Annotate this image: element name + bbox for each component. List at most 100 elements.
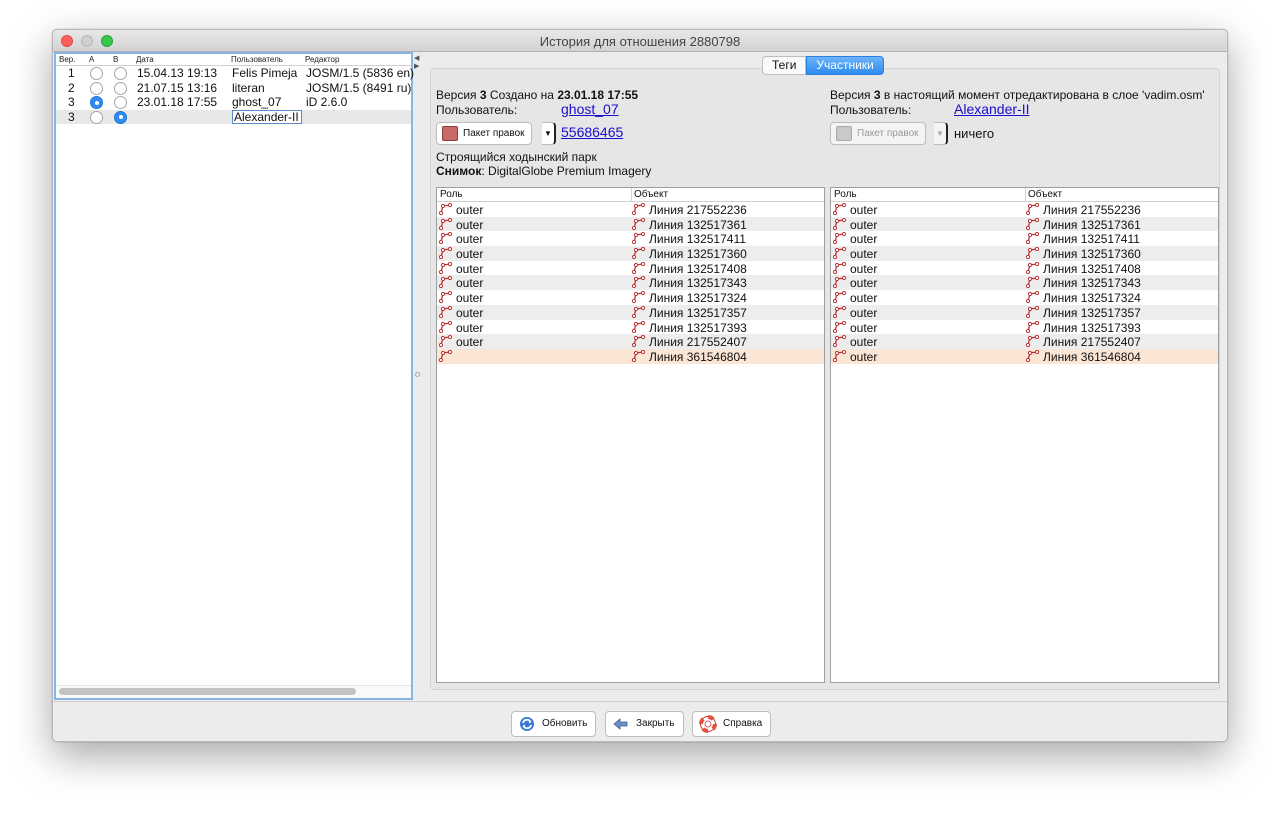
member-object: Линия 132517361	[649, 217, 747, 232]
radio-a[interactable]	[90, 96, 103, 109]
radio-a[interactable]	[90, 81, 103, 95]
radio-b[interactable]	[114, 96, 127, 109]
header-editor[interactable]: Редактор	[305, 55, 339, 64]
right-changeset-dropdown: ▼	[934, 122, 948, 145]
horizontal-scrollbar[interactable]	[56, 685, 411, 698]
split-pane-arrows[interactable]: ◀ ▶	[414, 55, 419, 71]
button-bar: Обновить Закрыть Справка	[53, 701, 1227, 741]
way-icon	[1026, 335, 1040, 348]
way-icon	[439, 276, 453, 289]
help-button[interactable]: Справка	[692, 711, 772, 737]
member-row[interactable]: outer Линия 132517408	[437, 261, 824, 276]
member-role: outer	[850, 335, 878, 350]
member-row[interactable]: Линия 361546804	[437, 348, 824, 364]
member-row[interactable]: outer Линия 217552236	[831, 202, 1218, 217]
way-icon	[439, 320, 453, 333]
help-lifebuoy-icon	[699, 715, 717, 733]
member-object: Линия 132517411	[649, 232, 746, 247]
left-user-link[interactable]: ghost_07	[561, 101, 619, 117]
left-changeset-button[interactable]: Пакет правок	[436, 122, 532, 145]
member-role: outer	[850, 320, 878, 335]
radio-b[interactable]	[114, 110, 127, 124]
left-user-label: Пользователь:	[436, 103, 518, 117]
header-date[interactable]: Дата	[136, 55, 154, 64]
member-object: Линия 132517408	[1043, 261, 1141, 276]
member-row[interactable]: outer Линия 132517343	[437, 275, 824, 290]
member-row[interactable]: outer Линия 132517393	[831, 320, 1218, 335]
way-icon	[439, 305, 453, 318]
version-row[interactable]: 2 21.07.15 13:16 literan JOSM/1.5 (8491 ru)	[56, 81, 411, 96]
member-row[interactable]: outer Линия 217552236	[437, 202, 824, 217]
way-icon	[439, 261, 453, 274]
member-row[interactable]: outer Линия 132517393	[437, 320, 824, 335]
header-user[interactable]: Пользователь	[231, 55, 283, 64]
version-user: literan	[232, 80, 265, 95]
member-row[interactable]: outer Линия 132517324	[831, 290, 1218, 305]
split-pane-handle[interactable]	[415, 372, 420, 377]
member-row[interactable]: outer Линия 132517411	[437, 231, 824, 246]
way-icon	[833, 349, 847, 362]
right-user-link[interactable]: Alexander-II	[954, 101, 1029, 117]
version-editor: iD 2.6.0	[306, 95, 348, 109]
way-icon	[632, 232, 646, 245]
title-bar: История для отношения 2880798	[53, 30, 1227, 52]
member-row[interactable]: outer Линия 132517411	[831, 231, 1218, 246]
way-icon	[1026, 276, 1040, 289]
member-role: outer	[456, 203, 484, 217]
tab-tags[interactable]: Теги	[762, 56, 807, 75]
version-row[interactable]: 3 23.01.18 17:55 ghost_07 iD 2.6.0	[56, 95, 411, 110]
way-icon	[1026, 320, 1040, 333]
member-object: Линия 217552407	[1043, 335, 1141, 350]
refresh-button[interactable]: Обновить	[511, 711, 597, 737]
header-b[interactable]: B	[113, 55, 118, 64]
member-row[interactable]: outer Линия 217552407	[437, 334, 824, 349]
version-number: 1	[68, 66, 75, 80]
way-icon	[632, 203, 646, 215]
tab-members[interactable]: Участники	[806, 56, 884, 75]
way-icon	[632, 291, 646, 304]
header-a[interactable]: A	[89, 55, 94, 64]
member-row[interactable]: outer Линия 361546804	[831, 348, 1218, 364]
member-row[interactable]: outer Линия 132517361	[437, 216, 824, 232]
left-members-header: Роль Объект	[437, 188, 824, 202]
close-button[interactable]: Закрыть	[605, 711, 684, 737]
member-row[interactable]: outer Линия 132517357	[831, 304, 1218, 320]
version-number: 3	[68, 95, 75, 109]
left-changeset-link[interactable]: 55686465	[561, 124, 623, 140]
way-icon	[833, 217, 847, 230]
member-row[interactable]: outer Линия 217552407	[831, 334, 1218, 349]
left-header-role[interactable]: Роль	[440, 189, 463, 200]
member-row[interactable]: outer Линия 132517408	[831, 261, 1218, 276]
member-row[interactable]: outer Линия 132517360	[437, 246, 824, 261]
radio-a[interactable]	[90, 67, 103, 80]
member-row[interactable]: outer Линия 132517343	[831, 275, 1218, 290]
version-user-edit[interactable]: Alexander-II	[232, 109, 302, 124]
radio-b[interactable]	[114, 67, 127, 80]
member-row[interactable]: outer Линия 132517357	[437, 304, 824, 320]
member-role: outer	[850, 305, 878, 320]
member-role: outer	[456, 232, 484, 247]
member-row[interactable]: outer Линия 132517361	[831, 216, 1218, 232]
version-row[interactable]: 1 15.04.13 19:13 Felis Pimeja JOSM/1.5 (583…	[56, 66, 414, 81]
left-version-line: Версия 3 Создано на 23.01.18 17:55	[436, 88, 639, 102]
radio-b[interactable]	[114, 81, 127, 95]
way-icon	[1026, 232, 1040, 245]
member-role: outer	[850, 232, 878, 247]
member-row[interactable]: outer Линия 132517324	[437, 290, 824, 305]
left-header-object[interactable]: Объект	[634, 189, 668, 200]
way-icon	[439, 291, 453, 304]
way-icon	[632, 217, 646, 230]
way-icon	[833, 276, 847, 289]
radio-a[interactable]	[90, 110, 103, 124]
header-version[interactable]: Вер.	[59, 55, 75, 64]
version-row[interactable]: 3 Alexander-II	[56, 109, 411, 124]
right-header-role[interactable]: Роль	[834, 189, 857, 200]
right-header-object[interactable]: Объект	[1028, 189, 1062, 200]
left-changeset-dropdown[interactable]: ▼	[542, 122, 556, 145]
version-number: 2	[68, 80, 75, 95]
versions-panel: Вер. A B Дата Пользователь Редактор 1 15.…	[54, 52, 414, 700]
member-row[interactable]: outer Линия 132517360	[831, 246, 1218, 261]
way-icon	[632, 349, 646, 362]
right-changeset-none: ничего	[954, 126, 995, 141]
horizontal-scroll-thumb[interactable]	[59, 688, 356, 695]
